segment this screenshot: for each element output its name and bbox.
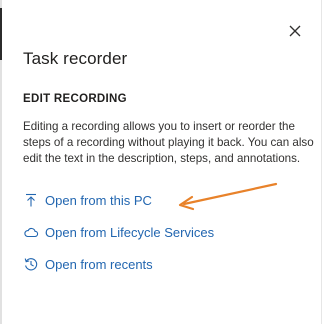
- open-from-recents-link[interactable]: Open from recents: [23, 254, 153, 274]
- open-from-recents-label: Open from recents: [45, 256, 153, 272]
- annotation-arrow: [178, 182, 278, 211]
- section-heading-edit-recording: EDIT RECORDING: [23, 93, 127, 105]
- task-recorder-panel: Task recorder EDIT RECORDING Editing a r…: [0, 0, 322, 324]
- cloud-icon: [23, 224, 39, 240]
- upload-icon: [23, 192, 39, 208]
- close-icon: [289, 25, 301, 37]
- open-from-this-pc-link[interactable]: Open from this PC: [23, 190, 152, 210]
- panel-left-accent: [0, 8, 2, 60]
- open-from-this-pc-label: Open from this PC: [45, 192, 152, 208]
- close-button[interactable]: [286, 22, 304, 40]
- history-icon: [23, 256, 39, 272]
- edit-recording-description: Editing a recording allows you to insert…: [23, 120, 314, 165]
- open-from-lifecycle-services-link[interactable]: Open from Lifecycle Services: [23, 222, 214, 242]
- panel-title: Task recorder: [23, 49, 128, 68]
- open-from-lifecycle-services-label: Open from Lifecycle Services: [45, 224, 215, 240]
